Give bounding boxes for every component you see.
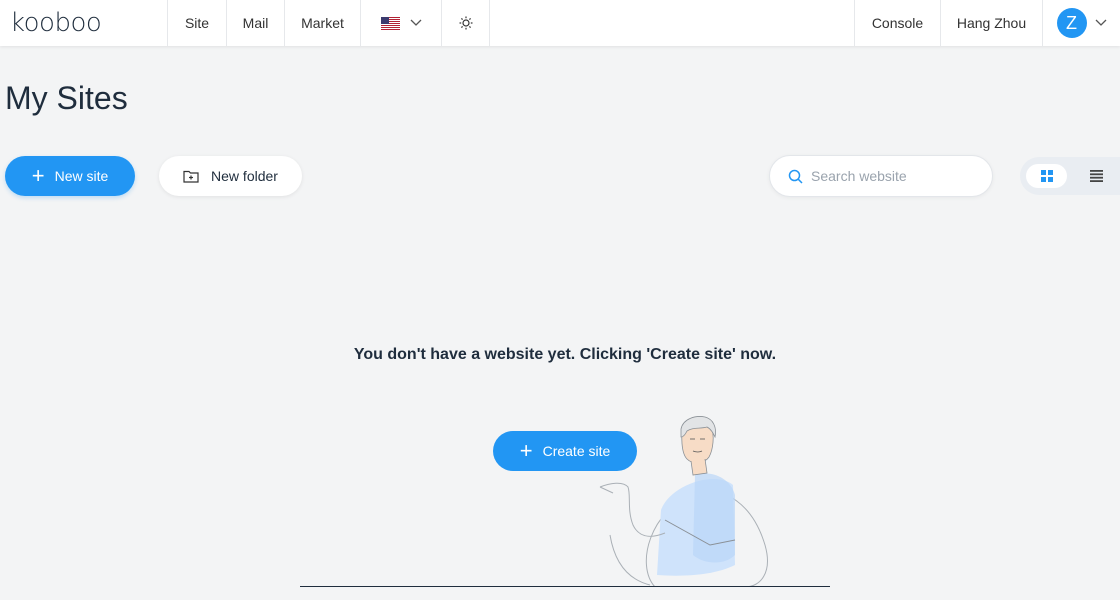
chevron-down-icon <box>1095 19 1106 26</box>
empty-state-message: You don't have a website yet. Clicking '… <box>353 346 777 363</box>
search-box <box>769 155 993 197</box>
nav-mail[interactable]: Mail <box>226 0 284 46</box>
chevron-down-icon <box>410 19 421 26</box>
search-icon <box>788 169 803 184</box>
ground-line <box>300 586 830 587</box>
view-mode-toggle <box>1020 157 1120 195</box>
nav-market[interactable]: Market <box>284 0 360 46</box>
folder-add-icon <box>183 170 199 183</box>
page-title: My Sites <box>5 80 128 116</box>
theme-toggle[interactable] <box>441 0 490 46</box>
grid-view-button[interactable] <box>1026 164 1067 188</box>
nav-site[interactable]: Site <box>167 0 226 46</box>
nav-user-name[interactable]: Hang Zhou <box>940 0 1042 46</box>
list-icon <box>1089 170 1103 182</box>
sun-icon <box>459 16 472 30</box>
nav-console[interactable]: Console <box>854 0 940 46</box>
us-flag-icon <box>380 16 400 30</box>
language-selector[interactable] <box>360 0 441 46</box>
new-folder-button[interactable]: New folder <box>159 156 302 196</box>
grid-icon <box>1040 170 1053 182</box>
search-input[interactable] <box>811 168 981 184</box>
create-site-button[interactable]: + Create site <box>493 431 637 471</box>
list-view-button[interactable] <box>1084 164 1108 188</box>
new-site-button[interactable]: + New site <box>5 156 135 196</box>
user-menu[interactable]: Z <box>1042 0 1120 46</box>
top-navigation-bar: kooboo Site Mail Market Console Hang Zho… <box>0 0 1120 46</box>
plus-icon: + <box>31 163 45 188</box>
kooboo-logo[interactable]: kooboo <box>10 8 102 38</box>
avatar: Z <box>1056 8 1087 38</box>
plus-icon: + <box>519 438 533 463</box>
